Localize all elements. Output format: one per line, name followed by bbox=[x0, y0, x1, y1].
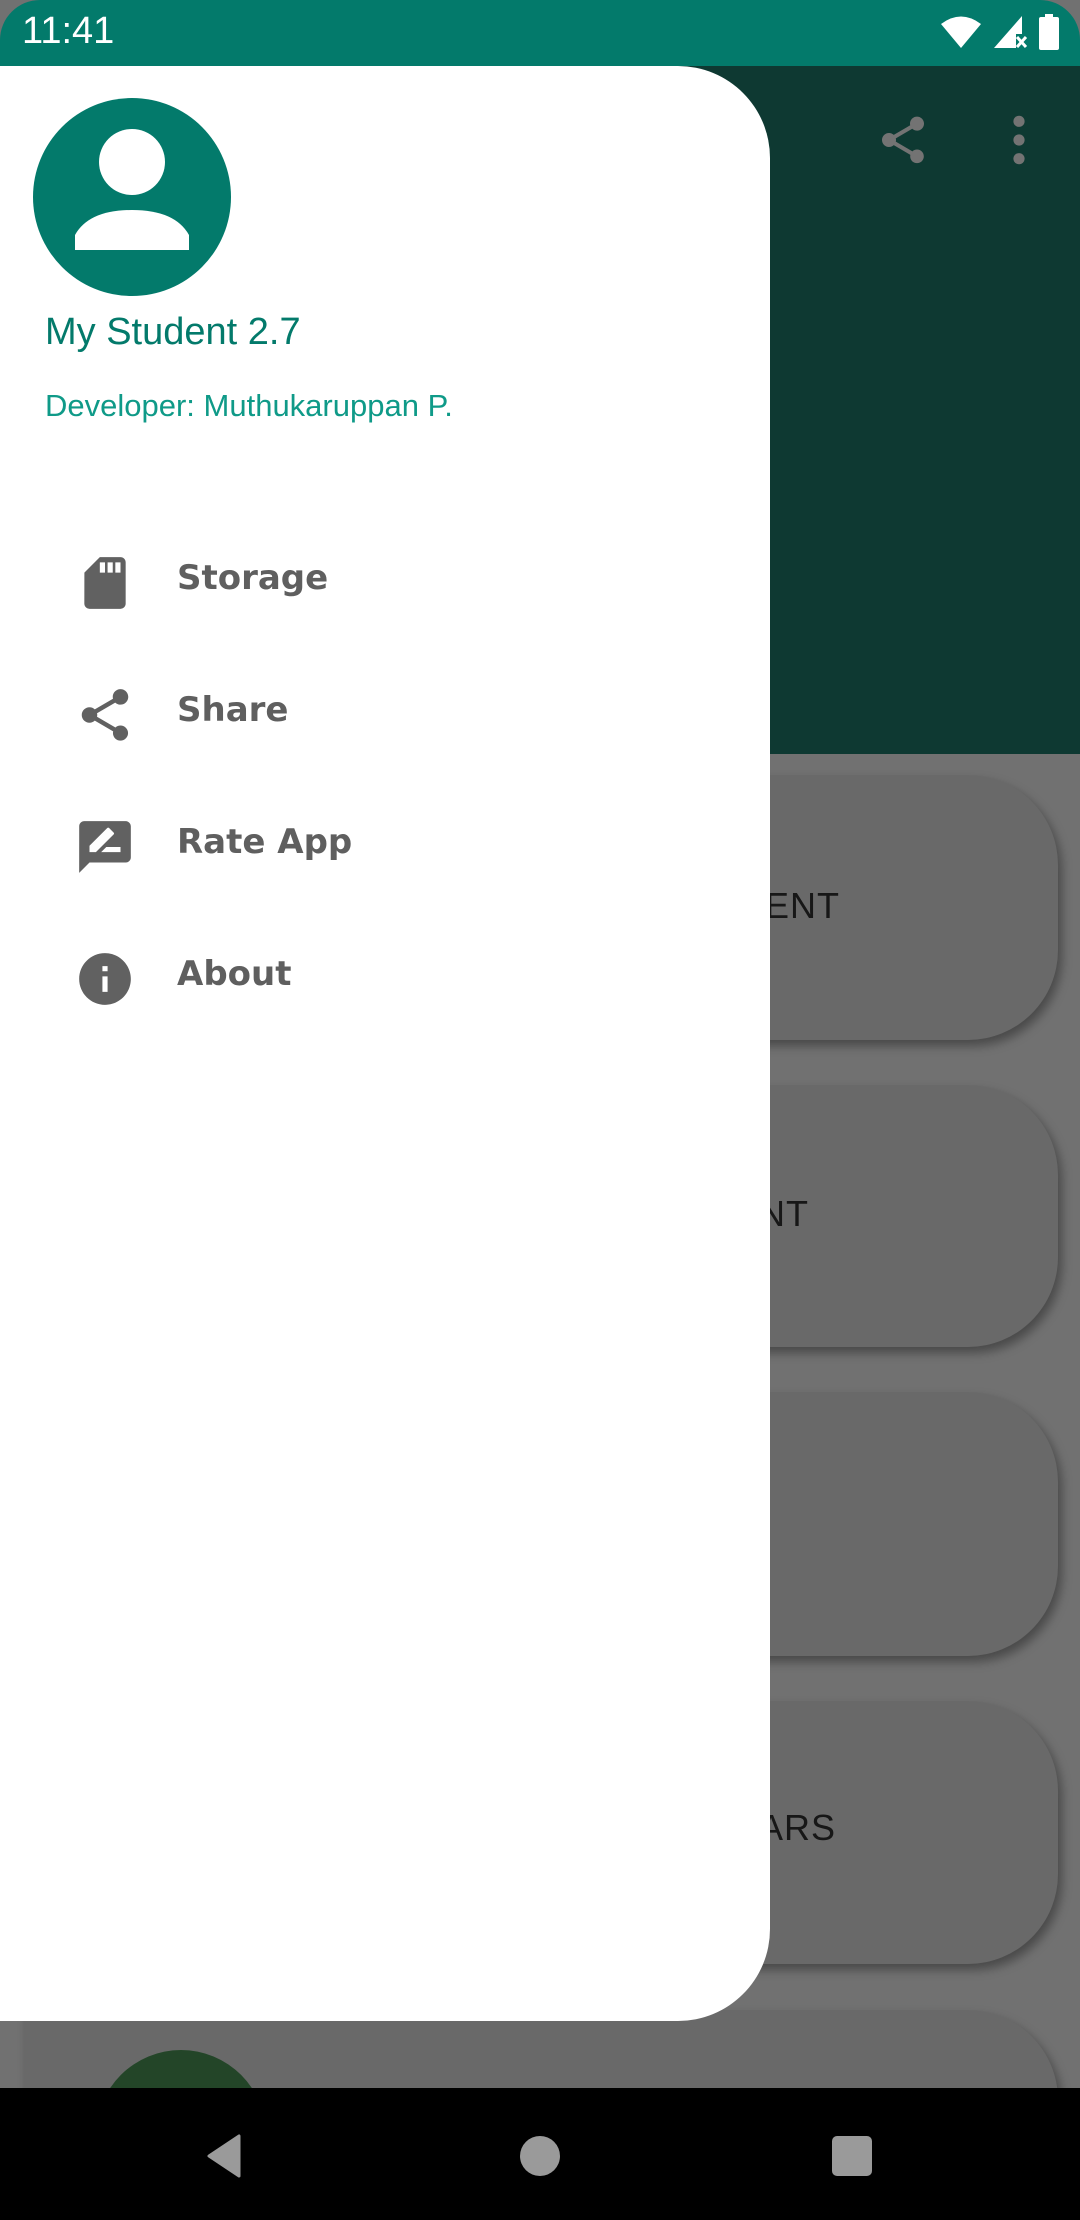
menu-label: Share bbox=[177, 690, 289, 730]
drawer-subtitle: Developer: Muthukaruppan P. bbox=[45, 388, 453, 423]
status-bar: 11:41 bbox=[0, 0, 1080, 66]
avatar bbox=[33, 98, 231, 296]
navigation-drawer: My Student 2.7 Developer: Muthukaruppan … bbox=[0, 66, 770, 2021]
signal-no-data-icon bbox=[994, 16, 1028, 49]
menu-item-about[interactable]: About bbox=[0, 908, 770, 1040]
menu-item-rate-app[interactable]: Rate App bbox=[0, 776, 770, 908]
info-icon bbox=[79, 953, 131, 1005]
status-icons bbox=[940, 14, 1060, 50]
person-icon bbox=[75, 129, 189, 250]
menu-label: Rate App bbox=[177, 822, 353, 862]
sd-card-icon bbox=[84, 557, 126, 609]
recents-icon[interactable] bbox=[828, 2132, 876, 2180]
system-nav-bar bbox=[0, 2088, 1080, 2220]
drawer-title: My Student 2.7 bbox=[45, 311, 301, 353]
menu-item-storage[interactable]: Storage bbox=[0, 512, 770, 644]
menu-label: Storage bbox=[177, 558, 329, 598]
home-icon[interactable] bbox=[516, 2132, 564, 2180]
rate-review-icon bbox=[79, 821, 131, 873]
menu-label: About bbox=[177, 954, 292, 994]
wifi-icon bbox=[941, 16, 981, 48]
status-time: 11:41 bbox=[22, 10, 115, 52]
battery-icon bbox=[1039, 14, 1059, 50]
menu-item-share[interactable]: Share bbox=[0, 644, 770, 776]
share-icon bbox=[81, 689, 129, 741]
back-icon[interactable] bbox=[203, 2132, 251, 2180]
